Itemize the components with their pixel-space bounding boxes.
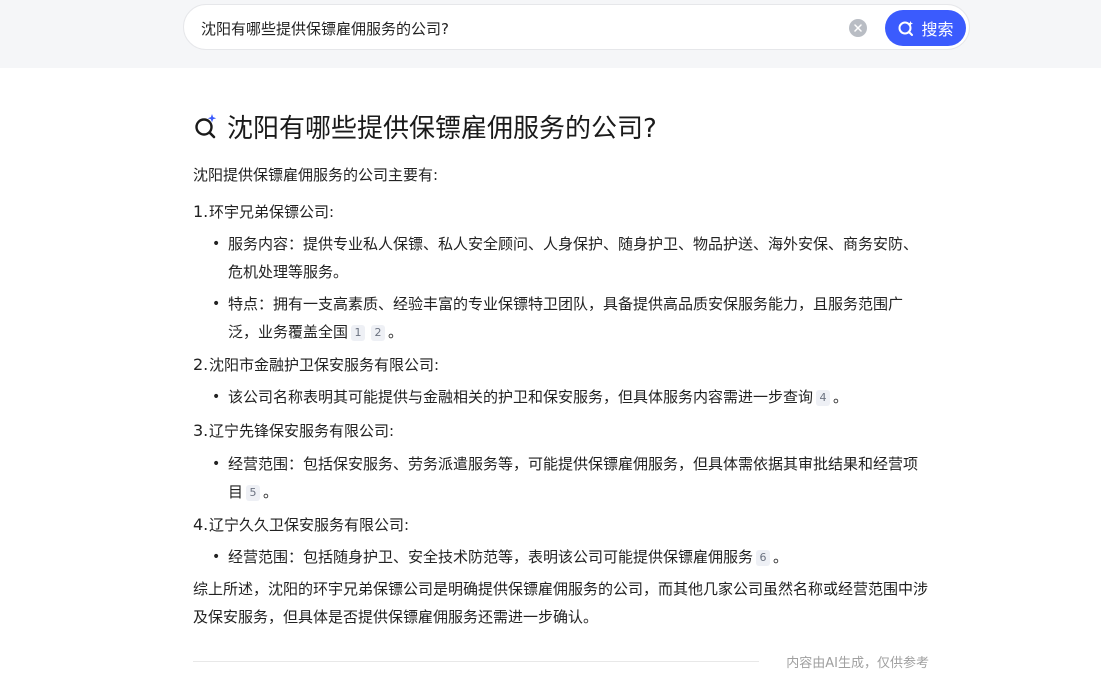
answer-intro: 沈阳提供保镖雇佣服务的公司主要有:: [193, 166, 439, 184]
ai-disclaimer: 内容由AI生成，仅供参考: [786, 656, 929, 671]
bullet-end: 。: [388, 323, 404, 341]
bullet-text: 特点：拥有一支高素质、经验丰富的专业保镖特卫团队，具备提供高品质安保服务能力，且…: [228, 295, 904, 341]
list-bullet: • 该公司名称表明其可能提供与金融相关的护卫和保安服务，但具体服务内容需进一步查…: [212, 383, 932, 411]
answer-title: 沈阳有哪些提供保镖雇佣服务的公司?: [227, 113, 657, 144]
list-bullet: • 服务内容：提供专业私人保镖、私人安全顾问、人身保护、随身护卫、物品护送、海外…: [212, 230, 932, 286]
answer-summary: 综上所述，沈阳的环宇兄弟保镖公司是明确提供保镖雇佣服务的公司，而其他几家公司虽然…: [193, 580, 929, 626]
company-name: 沈阳市金融护卫保安服务有限公司:: [209, 356, 440, 374]
list-item: 1. 环宇兄弟保镖公司:: [193, 198, 334, 226]
bullet-text: 该公司名称表明其可能提供与金融相关的护卫和保安服务，但具体服务内容需进一步查询: [228, 388, 814, 406]
list-bullet: • 经营范围：包括保安服务、劳务派遣服务等，可能提供保镖雇佣服务，但具体需依据其…: [212, 450, 932, 506]
list-number: 2.: [193, 355, 209, 374]
list-number: 3.: [193, 421, 209, 440]
divider: [193, 661, 759, 662]
citation-badge[interactable]: 6: [756, 550, 771, 566]
ai-search-sparkle-icon: [195, 114, 217, 139]
bullet-dot: •: [212, 236, 221, 252]
list-bullet: • 经营范围：包括随身护卫、安全技术防范等，表明该公司可能提供保镖雇佣服务 6。: [212, 543, 932, 571]
list-number: 4.: [193, 515, 209, 534]
bullet-end: 。: [263, 483, 279, 501]
bullet-text: 服务内容：提供专业私人保镖、私人安全顾问、人身保护、随身护卫、物品护送、海外安保…: [228, 235, 919, 281]
answer-footer: 内容由AI生成，仅供参考: [193, 650, 933, 672]
list-item: 2. 沈阳市金融护卫保安服务有限公司:: [193, 351, 439, 379]
list-number: 1.: [193, 202, 209, 221]
answer-title-row: 沈阳有哪些提供保镖雇佣服务的公司?: [193, 105, 938, 147]
list-item: 4. 辽宁久久卫保安服务有限公司:: [193, 511, 409, 539]
list-item: 3. 辽宁先锋保安服务有限公司:: [193, 417, 394, 445]
company-name: 环宇兄弟保镖公司:: [209, 203, 335, 221]
bullet-end: 。: [833, 388, 849, 406]
search-button[interactable]: 搜索: [885, 10, 966, 46]
clear-icon[interactable]: [849, 19, 867, 37]
company-name: 辽宁先锋保安服务有限公司:: [209, 422, 395, 440]
bullet-dot: •: [212, 456, 221, 472]
bullet-dot: •: [212, 389, 221, 405]
search-box[interactable]: 沈阳有哪些提供保镖雇佣服务的公司? 搜索: [183, 4, 970, 50]
citation-badge[interactable]: 1: [351, 325, 366, 341]
company-name: 辽宁久久卫保安服务有限公司:: [209, 516, 410, 534]
answer-panel: 沈阳有哪些提供保镖雇佣服务的公司? 沈阳提供保镖雇佣服务的公司主要有: 1. 环…: [193, 105, 938, 627]
ai-search-icon: [898, 21, 914, 36]
bullet-dot: •: [212, 549, 221, 565]
bullet-end: 。: [773, 548, 789, 566]
list-bullet: • 特点：拥有一支高素质、经验丰富的专业保镖特卫团队，具备提供高品质安保服务能力…: [212, 290, 932, 346]
citation-badge[interactable]: 4: [816, 390, 831, 406]
top-search-bar: 沈阳有哪些提供保镖雇佣服务的公司? 搜索: [0, 0, 1101, 68]
search-button-label: 搜索: [921, 20, 954, 39]
bullet-text: 经营范围：包括保安服务、劳务派遣服务等，可能提供保镖雇佣服务，但具体需依据其审批…: [228, 455, 919, 501]
citation-badge[interactable]: 2: [371, 325, 386, 341]
bullet-dot: •: [212, 296, 221, 312]
citation-badge[interactable]: 5: [246, 485, 261, 501]
bullet-text: 经营范围：包括随身护卫、安全技术防范等，表明该公司可能提供保镖雇佣服务: [228, 548, 754, 566]
search-input[interactable]: 沈阳有哪些提供保镖雇佣服务的公司?: [201, 18, 449, 39]
